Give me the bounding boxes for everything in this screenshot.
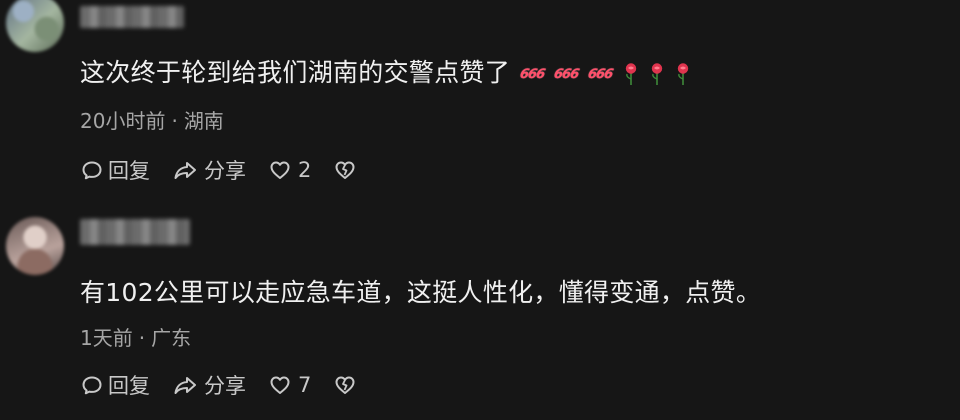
like-count: 2 (298, 158, 312, 182)
share-button[interactable]: 分享 (172, 155, 246, 185)
heart-icon (270, 161, 290, 179)
emoji-666: 666 (586, 66, 615, 82)
comment-time: 20小时前 (80, 109, 166, 133)
reply-button[interactable]: 回复 (80, 370, 150, 400)
rose-emoji (623, 62, 639, 86)
share-label: 分享 (204, 159, 246, 183)
share-label: 分享 (204, 374, 246, 398)
dislike-button[interactable] (333, 373, 361, 397)
like-button[interactable]: 2 (268, 158, 311, 182)
comment-actions: 回复 分享 2 (80, 156, 383, 184)
meta-separator: · (138, 326, 146, 350)
comment-meta: 20小时前 · 湖南 (80, 105, 224, 134)
comment-body: 有102公里可以走应急车道，这挺人性化，懂得变通，点赞。 (80, 278, 762, 307)
comment-item: 有102公里可以走应急车道，这挺人性化，懂得变通，点赞。 1天前 · 广东 回复 分… (0, 205, 960, 420)
comment-item: 这次终于轮到给我们湖南的交警点赞了 666 666 666 20小时前 · 湖南 回复 分… (0, 0, 960, 205)
avatar[interactable] (6, 217, 64, 275)
comment-time: 1天前 (80, 326, 133, 350)
rose-emoji (649, 62, 665, 86)
like-button[interactable]: 7 (268, 373, 311, 397)
dislike-heart-icon (335, 161, 355, 179)
username-blurred[interactable] (80, 6, 184, 28)
emoji-666: 666 (518, 66, 546, 82)
heart-icon (270, 376, 290, 394)
reply-button[interactable]: 回复 (80, 155, 150, 185)
comment-text: 这次终于轮到给我们湖南的交警点赞了 666 666 666 (80, 53, 691, 89)
like-count: 7 (298, 373, 312, 397)
comment-text: 有102公里可以走应急车道，这挺人性化，懂得变通，点赞。 (80, 273, 761, 309)
comment-location: 广东 (151, 326, 192, 350)
avatar[interactable] (6, 0, 64, 52)
comment-meta: 1天前 · 广东 (80, 322, 191, 351)
rose-emoji (675, 62, 691, 86)
comment-actions: 回复 分享 7 (80, 371, 383, 399)
share-button[interactable]: 分享 (172, 370, 246, 400)
emoji-666: 666 (552, 66, 580, 82)
dislike-button[interactable] (333, 158, 361, 182)
dislike-heart-icon (335, 376, 355, 394)
share-icon (174, 377, 196, 394)
reply-label: 回复 (108, 159, 150, 183)
comment-location: 湖南 (183, 109, 224, 133)
reply-icon (82, 161, 102, 180)
comment-body: 这次终于轮到给我们湖南的交警点赞了 (80, 58, 511, 87)
meta-separator: · (171, 109, 178, 133)
username-blurred[interactable] (80, 219, 190, 245)
reply-label: 回复 (108, 374, 150, 398)
reply-icon (82, 376, 102, 395)
share-icon (174, 162, 196, 179)
